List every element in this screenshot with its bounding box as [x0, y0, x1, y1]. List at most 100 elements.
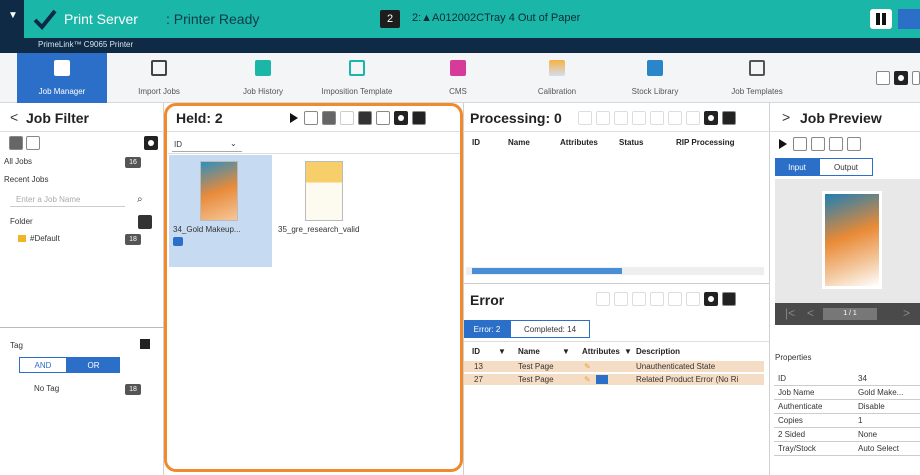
next-page-icon[interactable]: > — [903, 306, 910, 320]
pause-icon[interactable] — [870, 9, 892, 29]
gear-icon[interactable] — [144, 136, 158, 150]
toolbar-label: Calibration — [537, 87, 577, 96]
move-up-icon[interactable] — [614, 111, 628, 125]
print-icon[interactable] — [650, 292, 664, 306]
gear-icon[interactable] — [704, 292, 718, 306]
held-title: Held: 2 — [176, 110, 223, 126]
copy-icon[interactable] — [632, 292, 646, 306]
tab-input[interactable]: Input — [775, 158, 819, 176]
toolbar-job-templates[interactable]: Job Templates — [722, 53, 792, 103]
column-attributes[interactable]: Attributes — [582, 347, 620, 356]
gear-icon[interactable] — [894, 71, 908, 85]
tab-error[interactable]: Error: 2 — [464, 320, 510, 338]
play-icon[interactable] — [898, 9, 920, 29]
grid-view-icon[interactable] — [412, 111, 426, 125]
column-status[interactable]: Status — [619, 138, 643, 147]
undo-icon[interactable] — [578, 111, 592, 125]
print-icon[interactable] — [340, 111, 354, 125]
scrollbar-thumb[interactable] — [472, 268, 622, 274]
image-view-icon[interactable] — [847, 137, 861, 151]
collapse-icon[interactable]: > — [782, 109, 790, 125]
row-description: Related Product Error (No Ri — [636, 375, 739, 384]
first-page-icon[interactable]: |< — [785, 306, 795, 320]
main-menu-button[interactable]: ▼ — [0, 0, 24, 38]
column-name[interactable]: Name — [518, 347, 540, 356]
toolbar-job-manager[interactable]: Job Manager — [17, 53, 107, 103]
move-top-icon[interactable] — [632, 111, 646, 125]
tag-icon[interactable] — [140, 339, 150, 349]
job-thumbnail[interactable]: 34_Gold Makeup... — [169, 155, 272, 267]
job-templates-icon — [749, 60, 765, 76]
filter-icon[interactable]: ▼ — [624, 347, 632, 356]
job-properties-icon[interactable] — [614, 292, 628, 306]
page-counter[interactable]: 1 / 1 — [823, 308, 877, 320]
toolbar-label: Import Jobs — [138, 87, 180, 96]
toolbar-label: Imposition Template — [321, 87, 393, 96]
stock-library-icon — [647, 60, 663, 76]
search-icon[interactable]: ⌕ — [137, 194, 143, 205]
grid-view-icon[interactable] — [722, 292, 736, 306]
column-rip-processing[interactable]: RIP Processing — [676, 138, 735, 147]
tab-completed[interactable]: Completed: 14 — [510, 320, 590, 338]
processing-panel: Processing: 0 ID Name Attributes Status … — [464, 103, 770, 283]
list-view-icon[interactable] — [686, 111, 700, 125]
filter-icon[interactable]: ▼ — [562, 347, 570, 356]
job-properties-icon[interactable] — [304, 111, 318, 125]
grid-view-icon[interactable] — [722, 111, 736, 125]
job-filter-panel: < Job Filter All Jobs 16 Recent Jobs Ent… — [0, 103, 164, 475]
fit-page-icon[interactable] — [811, 137, 825, 151]
job-properties-icon[interactable] — [793, 137, 807, 151]
alert-message[interactable]: 2:▲A012002CTray 4 Out of Paper — [412, 12, 580, 24]
column-id[interactable]: ID — [472, 138, 480, 147]
toolbar-import-jobs[interactable]: Import Jobs — [128, 53, 190, 103]
row-id: 27 — [474, 375, 483, 384]
list-view-icon[interactable] — [376, 111, 390, 125]
column-id[interactable]: ID — [472, 347, 480, 356]
gear-icon[interactable] — [704, 111, 718, 125]
toolbar-label: Stock Library — [631, 87, 679, 96]
column-description[interactable]: Description — [636, 347, 680, 356]
play-icon[interactable] — [286, 111, 300, 125]
filter-icon[interactable]: ▼ — [498, 347, 506, 356]
prev-page-icon[interactable]: < — [807, 306, 814, 320]
more-icon[interactable] — [876, 71, 890, 85]
toolbar-job-history[interactable]: Job History — [228, 53, 298, 103]
job-thumbnail[interactable]: 35_gre_research_valid — [274, 155, 377, 267]
table-row[interactable]: 27 Test Page ✎ Related Product Error (No… — [464, 374, 764, 385]
refresh-icon[interactable] — [26, 136, 40, 150]
overflow-icon[interactable] — [912, 71, 920, 85]
property-value: Gold Make... — [858, 388, 904, 397]
thumbnail-icon[interactable] — [829, 137, 843, 151]
sort-field-select[interactable]: ID ⌄ — [172, 138, 242, 152]
toolbar-imposition-template[interactable]: Imposition Template — [312, 53, 402, 103]
job-name-search-input[interactable]: Enter a Job Name — [10, 193, 125, 207]
tab-output[interactable]: Output — [819, 158, 873, 176]
delete-icon[interactable] — [668, 292, 682, 306]
all-jobs-label[interactable]: All Jobs — [4, 157, 32, 166]
move-down-icon[interactable] — [650, 111, 664, 125]
or-toggle[interactable]: OR — [67, 357, 120, 373]
job-properties-icon[interactable] — [596, 111, 610, 125]
delete-icon[interactable] — [668, 111, 682, 125]
alert-count-badge[interactable]: 2 — [380, 10, 400, 28]
no-tag-label[interactable]: No Tag — [34, 384, 59, 393]
copy-icon[interactable] — [322, 111, 336, 125]
folder-default[interactable]: #Default — [30, 234, 60, 243]
play-icon[interactable] — [775, 137, 789, 151]
property-row: ID 34 — [774, 372, 920, 386]
play-icon[interactable] — [596, 292, 610, 306]
delete-icon[interactable] — [358, 111, 372, 125]
list-view-icon[interactable] — [686, 292, 700, 306]
horizontal-scrollbar[interactable] — [466, 267, 764, 275]
column-attributes[interactable]: Attributes — [560, 138, 598, 147]
and-toggle[interactable]: AND — [19, 357, 67, 373]
table-row[interactable]: 13 Test Page ✎ Unauthenticated State — [464, 361, 764, 372]
select-all-icon[interactable] — [9, 136, 23, 150]
gear-icon[interactable] — [394, 111, 408, 125]
toolbar-calibration[interactable]: Calibration — [526, 53, 588, 103]
toolbar-cms[interactable]: CMS — [433, 53, 483, 103]
back-icon[interactable]: < — [10, 109, 18, 125]
column-name[interactable]: Name — [508, 138, 530, 147]
toolbar-stock-library[interactable]: Stock Library — [620, 53, 690, 103]
add-folder-icon[interactable] — [138, 215, 152, 229]
